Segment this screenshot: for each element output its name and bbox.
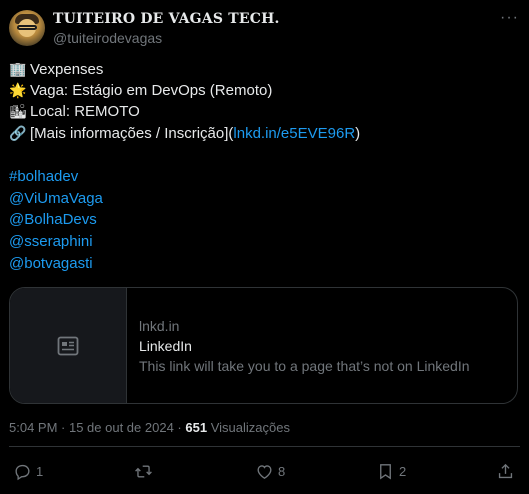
author-name[interactable]: TUITEIRO DE VAGAS TECH.	[53, 11, 280, 27]
author-handle[interactable]: @tuiteirodevagas	[53, 30, 162, 46]
office-building-icon: 🏢	[9, 62, 27, 78]
location-text: Local: REMOTO	[30, 103, 140, 120]
reply-icon	[15, 464, 30, 480]
meta-separator-2: ·	[173, 420, 186, 435]
short-link[interactable]: lnkd.in/e5EVE96R	[233, 125, 355, 142]
hashtag-bolhadev[interactable]: #bolhadev	[9, 167, 78, 187]
star-icon: 🌟	[9, 83, 27, 99]
info-text-before: [Mais informações / Inscrição](	[30, 125, 234, 142]
share-button[interactable]	[496, 460, 515, 482]
bookmark-count: 2	[399, 463, 407, 479]
post-date[interactable]: 15 de out de 2024	[69, 420, 174, 435]
post-line-company: 🏢 Vexpenses	[9, 60, 103, 80]
bookmark-button[interactable]: 2	[376, 460, 406, 482]
company-text: Vexpenses	[30, 61, 104, 78]
more-options-icon[interactable]: ···	[500, 10, 519, 26]
meta-separator: ·	[57, 420, 69, 435]
post-line-info: 🔗 [Mais informações / Inscrição](lnkd.in/…	[9, 124, 360, 144]
cityscape-icon: 🏙	[9, 104, 27, 120]
reply-count: 1	[36, 463, 44, 479]
card-thumbnail	[10, 288, 127, 403]
like-button[interactable]: 8	[255, 460, 285, 482]
post-meta: 5:04 PM · 15 de out de 2024 · 651 Visual…	[9, 420, 290, 435]
mention-bolhadevs[interactable]: @BolhaDevs	[9, 210, 97, 230]
card-description: This link will take you to a page that’s…	[139, 358, 470, 374]
article-icon	[57, 336, 79, 355]
like-count: 8	[278, 463, 286, 479]
divider	[9, 446, 520, 447]
info-text-after: )	[355, 125, 361, 142]
bookmark-icon	[380, 463, 391, 480]
repost-icon	[135, 465, 152, 477]
link-icon: 🔗	[9, 126, 27, 142]
job-text: Vaga: Estágio em DevOps (Remoto)	[30, 82, 273, 99]
views-label: Visualizações	[210, 420, 290, 435]
card-domain: lnkd.in	[139, 318, 180, 334]
reply-button[interactable]: 1	[13, 460, 43, 482]
mention-botvagasti[interactable]: @botvagasti	[9, 254, 93, 274]
mention-sseraphini[interactable]: @sseraphini	[9, 232, 93, 252]
avatar-glasses	[17, 25, 37, 30]
card-title: LinkedIn	[139, 338, 192, 354]
heart-icon	[257, 464, 272, 479]
link-preview-card[interactable]: lnkd.in LinkedIn This link will take you…	[9, 287, 518, 404]
post-line-location: 🏙 Local: REMOTO	[9, 102, 140, 122]
mention-viumavaga[interactable]: @ViUmaVaga	[9, 189, 103, 209]
share-icon	[498, 463, 513, 478]
post-line-job: 🌟 Vaga: Estágio em DevOps (Remoto)	[9, 81, 272, 101]
avatar[interactable]	[9, 10, 45, 46]
views-count: 651	[185, 420, 208, 435]
repost-button[interactable]	[134, 460, 157, 482]
post-time[interactable]: 5:04 PM	[9, 420, 57, 435]
